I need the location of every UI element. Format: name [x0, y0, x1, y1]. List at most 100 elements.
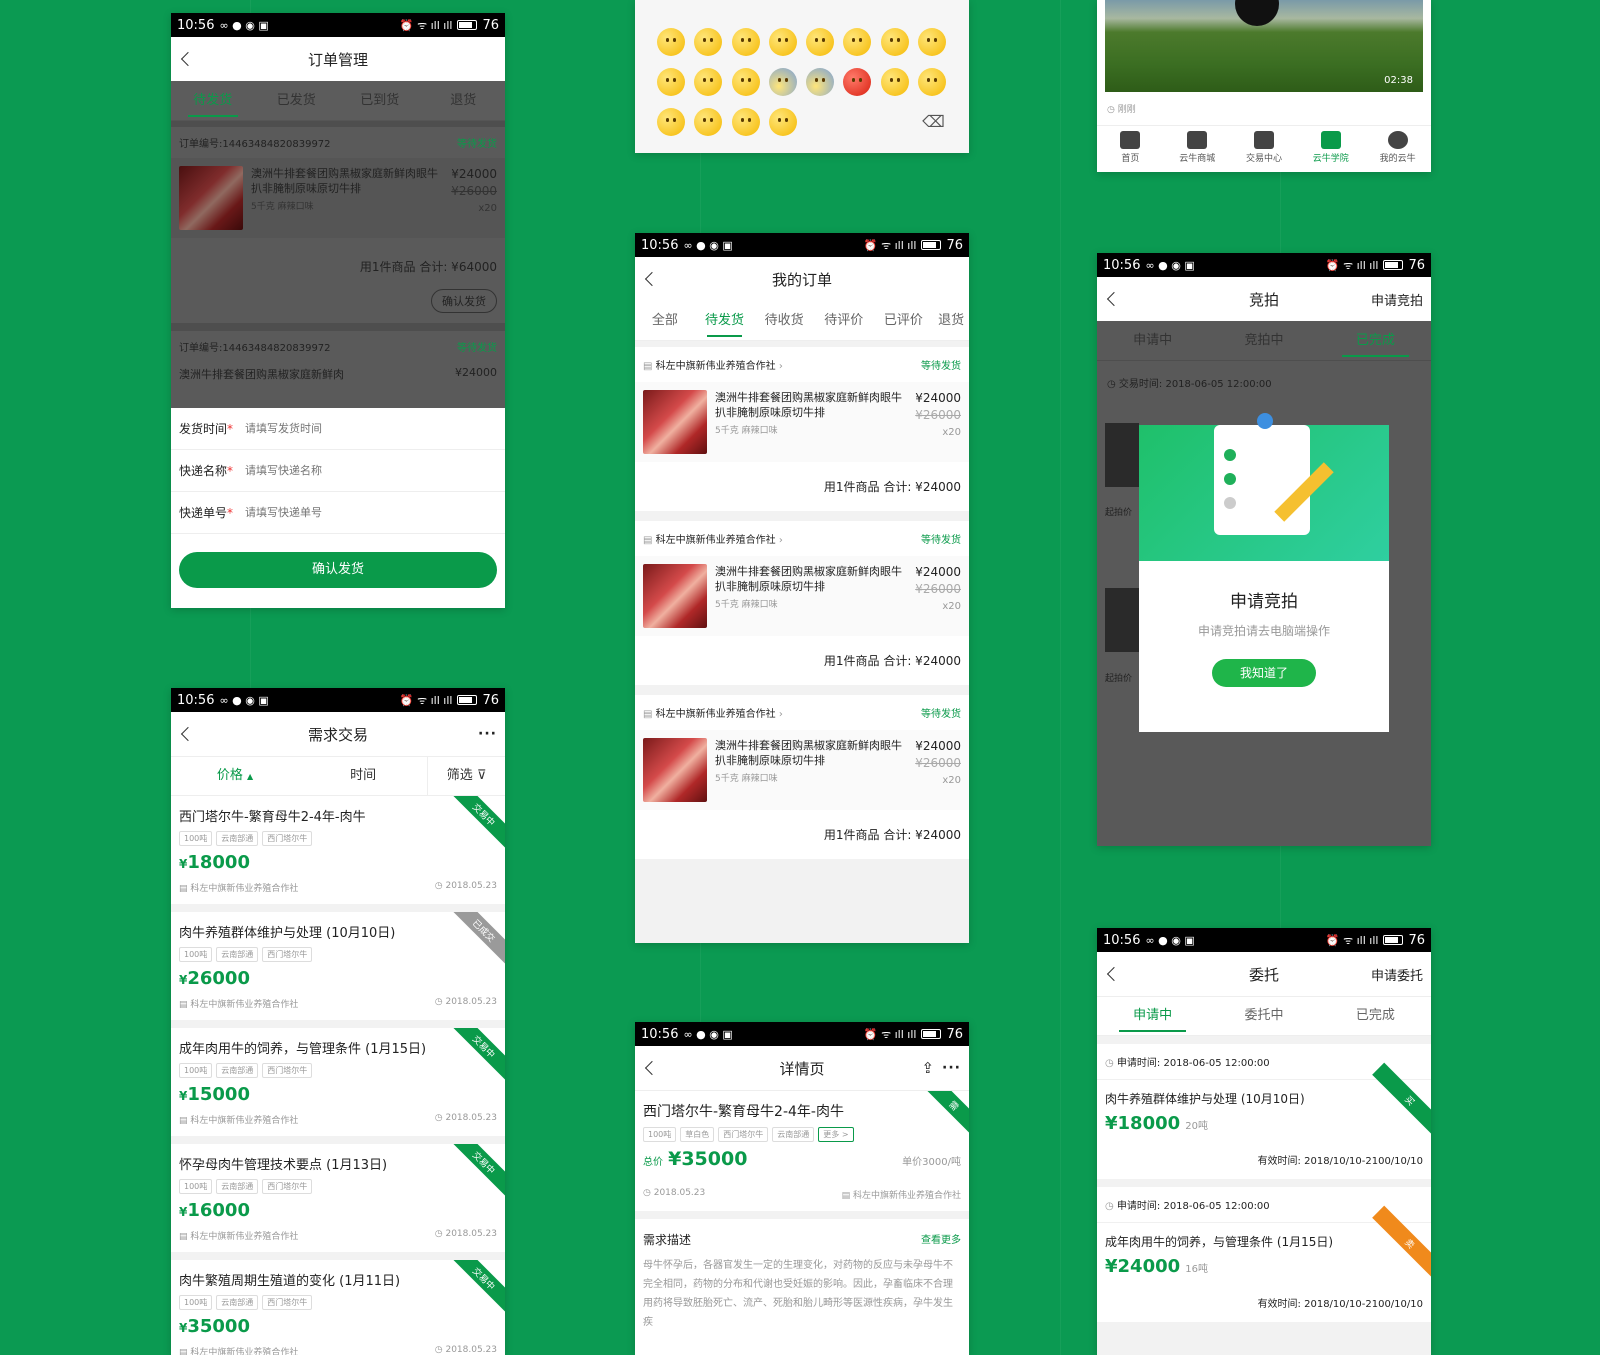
list-item[interactable]: 已成交 肉牛养殖群体维护与处理 (10月10日) 100吨 云南部通 西门塔尔牛 ¥…: [171, 912, 505, 1028]
share-icon[interactable]: ⇪: [921, 1059, 934, 1077]
order-card[interactable]: ▤ 科左中旗新伟业养殖合作社 › 等待发货 澳洲牛排套餐团购黑椒家庭新鲜肉眼牛扒…: [635, 695, 969, 859]
order-card[interactable]: ▤ 科左中旗新伟业养殖合作社 › 等待发货 澳洲牛排套餐团购黑椒家庭新鲜肉眼牛扒…: [635, 347, 969, 511]
video-thumbnail[interactable]: 02:38: [1105, 0, 1423, 92]
tab-returned[interactable]: 退货: [422, 81, 506, 121]
heart-eyes-emoji-icon[interactable]: [768, 28, 797, 56]
list-item[interactable]: 交易中 肉牛繁殖周期生殖道的变化 (1月11日) 100吨 云南部通 西门塔尔牛 ¥…: [171, 1260, 505, 1355]
nav-bar: 需求交易 ···: [171, 712, 505, 756]
backspace-icon[interactable]: ⌫: [918, 108, 949, 136]
tongue-emoji-icon[interactable]: [843, 28, 872, 56]
order-item[interactable]: 澳洲牛排套餐团购黑椒家庭新鲜肉眼牛扒非腌制原味原切牛排 5千克 麻辣口味 ¥24…: [171, 158, 505, 238]
tag: 草白色: [680, 1127, 715, 1142]
shop-icon: ▤: [643, 361, 656, 372]
tab-home-label: 首页: [1121, 154, 1140, 164]
entrust-card[interactable]: ◷ 申请时间: 2018-06-05 12:00:00 卖 成年肉用牛的饲养，与…: [1097, 1187, 1431, 1322]
tag: 100吨: [643, 1127, 677, 1142]
ship-time-input[interactable]: [245, 422, 497, 435]
acknowledge-button[interactable]: 我知道了: [1212, 659, 1316, 687]
back-icon[interactable]: [179, 49, 191, 69]
tab-returned[interactable]: 退货: [933, 301, 969, 341]
product-thumbnail: [179, 166, 243, 230]
open-mouth-emoji-icon[interactable]: [657, 108, 685, 136]
tracking-input[interactable]: [245, 506, 497, 519]
more-tags-link[interactable]: 更多 >: [818, 1127, 854, 1142]
more-icon[interactable]: ···: [478, 726, 497, 742]
tab-pending-receive[interactable]: 待收货: [754, 301, 814, 341]
tab-applying[interactable]: 申请中: [1097, 996, 1208, 1036]
product-thumbnail: [643, 390, 707, 454]
tab-pending-ship[interactable]: 待发货: [695, 301, 755, 341]
blush-emoji-icon[interactable]: [694, 28, 723, 56]
fear-emoji-icon[interactable]: [768, 68, 797, 96]
confirm-ship-button[interactable]: 确认发货: [179, 552, 497, 588]
order-card[interactable]: ▤ 科左中旗新伟业养殖合作社 › 等待发货 澳洲牛排套餐团购黑椒家庭新鲜肉眼牛扒…: [635, 521, 969, 685]
item-title: 肉牛养殖群体维护与处理 (10月10日): [179, 926, 396, 941]
tab-entrusting[interactable]: 委托中: [1208, 996, 1319, 1036]
sort-time[interactable]: 时间: [299, 756, 427, 796]
grimace-emoji-icon[interactable]: [917, 28, 946, 56]
filter-button[interactable]: 筛选 ⊽: [427, 756, 505, 796]
confirm-ship-small-button[interactable]: 确认发货: [431, 289, 497, 313]
expressionless-emoji-icon[interactable]: [768, 108, 797, 136]
quantity: x20: [478, 203, 497, 214]
tab-applying[interactable]: 申请中: [1097, 321, 1208, 361]
back-icon[interactable]: [643, 269, 655, 289]
list-item[interactable]: 交易中 西门塔尔牛-繁育母牛2-4年-肉牛 100吨 云南部通 西门塔尔牛 ¥180…: [171, 796, 505, 912]
tab-pending-review[interactable]: 待评价: [814, 301, 874, 341]
tab-pending-ship[interactable]: 待发货: [171, 81, 255, 121]
back-icon[interactable]: [1105, 964, 1117, 984]
apply-entrust-link[interactable]: 申请委托: [1371, 952, 1423, 996]
tab-profile[interactable]: 我的云牛: [1364, 126, 1431, 169]
tab-academy[interactable]: 云牛学院: [1297, 126, 1364, 169]
back-icon[interactable]: [1105, 289, 1117, 309]
org-icon: ▤: [179, 884, 191, 894]
item-date: 2018.05.23: [445, 881, 497, 891]
joy-emoji-icon[interactable]: [731, 68, 760, 96]
unamused-emoji-icon[interactable]: [657, 68, 685, 96]
list-item[interactable]: 交易中 怀孕母肉牛管理技术要点 (1月13日) 100吨 云南部通 西门塔尔牛 ¥1…: [171, 1144, 505, 1260]
flushed-emoji-icon[interactable]: [880, 28, 909, 56]
more-icon[interactable]: ···: [942, 1060, 961, 1076]
smirk-emoji-icon[interactable]: [731, 108, 760, 136]
angry-emoji-icon[interactable]: [843, 68, 872, 96]
list-item[interactable]: 交易中 成年肉用牛的饲养，与管理条件 (1月15日) 100吨 云南部通 西门塔尔牛…: [171, 1028, 505, 1144]
back-icon[interactable]: [179, 724, 191, 744]
cry-emoji-icon[interactable]: [694, 68, 723, 96]
sort-price[interactable]: 价格 ▲: [171, 756, 299, 796]
sunglasses-emoji-icon[interactable]: [917, 68, 946, 96]
entrust-price: ¥24000: [1105, 1256, 1181, 1277]
tab-home[interactable]: 首页: [1097, 126, 1164, 169]
see-more-link[interactable]: 查看更多: [921, 1231, 961, 1248]
tab-trade[interactable]: 交易中心: [1231, 126, 1298, 169]
screen-detail: 10:56 ∞ ● ◉ ▣ ⏰ ᯤ ıll ıll 76 详情页 ⇪ ··· 需 西门…: [635, 1022, 969, 1355]
tab-shipped[interactable]: 已发货: [255, 81, 339, 121]
battery-icon: [1383, 260, 1404, 270]
status-time: 10:56: [641, 237, 679, 253]
entrust-card[interactable]: ◷ 申请时间: 2018-06-05 12:00:00 买 肉牛养殖群体维护与处…: [1097, 1044, 1431, 1179]
tag: 云南部通: [216, 1295, 259, 1310]
product-title: 澳洲牛排套餐团购黑椒家庭新鲜肉眼牛扒非腌制原味原切牛排: [251, 167, 438, 195]
tab-arrived[interactable]: 已到货: [338, 81, 422, 121]
product-thumbnail: [643, 738, 707, 802]
smile-emoji-icon[interactable]: [880, 68, 909, 96]
tab-reviewed[interactable]: 已评价: [874, 301, 934, 341]
courier-input[interactable]: [245, 464, 497, 477]
tab-completed[interactable]: 已完成: [1320, 996, 1431, 1036]
scream-emoji-icon[interactable]: [806, 68, 834, 96]
play-icon[interactable]: [1235, 0, 1279, 26]
tag: 100吨: [179, 1179, 213, 1194]
order-total: 用1件商品 合计: ¥24000: [823, 828, 961, 842]
halo-emoji-icon[interactable]: [694, 108, 723, 136]
tab-all[interactable]: 全部: [635, 301, 695, 341]
back-icon[interactable]: [643, 1058, 655, 1078]
tab-completed[interactable]: 已完成: [1320, 321, 1431, 361]
kiss-emoji-icon[interactable]: [806, 28, 834, 56]
filter-icon: ⊽: [476, 768, 487, 783]
apply-auction-link[interactable]: 申请竞拍: [1371, 277, 1423, 321]
tab-mall[interactable]: 云牛商城: [1164, 126, 1231, 169]
wink-emoji-icon[interactable]: [731, 28, 760, 56]
emoji-grid: ⌫: [635, 0, 969, 136]
tab-bidding[interactable]: 竞拍中: [1208, 321, 1319, 361]
trade-time-text: 交易时间: 2018-06-05 12:00:00: [1118, 379, 1272, 390]
grin-emoji-icon[interactable]: [657, 28, 685, 56]
